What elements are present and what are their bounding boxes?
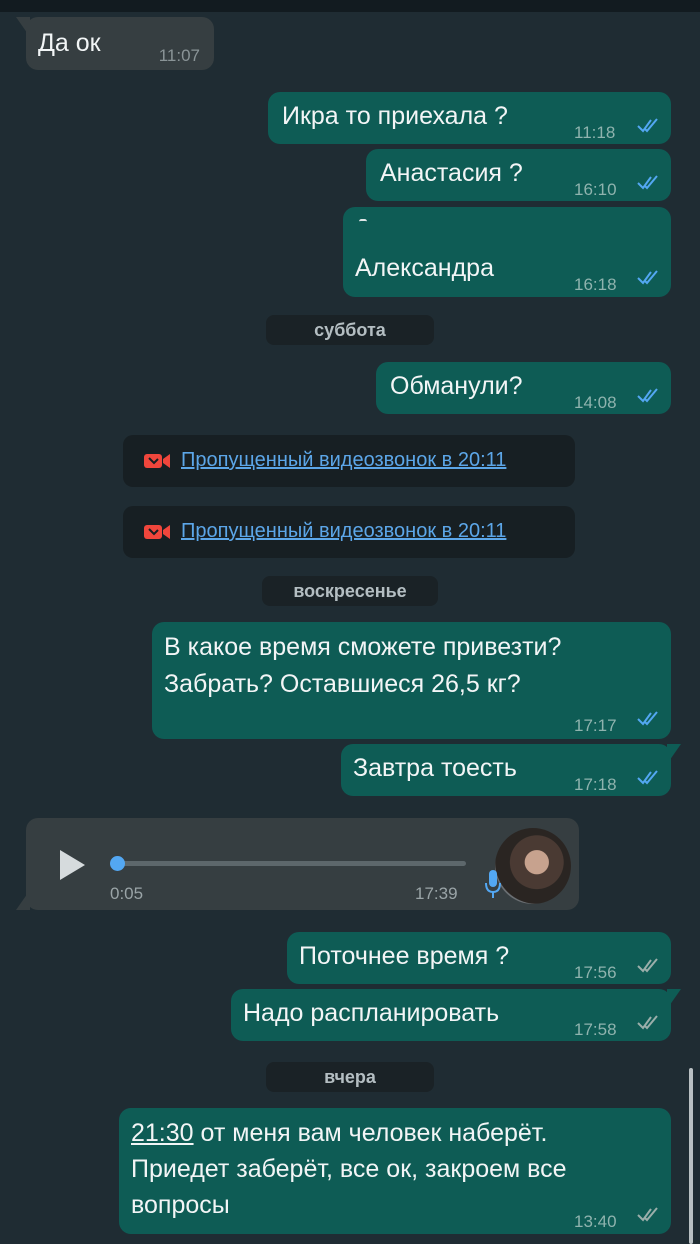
message-time: 13:40 [574,1212,617,1231]
message-outgoing[interactable]: Анастасия ? 16:10 [366,149,671,201]
status-bar [0,0,700,12]
voice-message[interactable]: 0:05 17:39 [16,818,579,910]
message-text: Александра [355,254,494,282]
avatar[interactable] [495,828,571,904]
missed-call-notice[interactable]: Пропущенный видеозвонок в 20:11 [123,435,575,487]
time-link[interactable]: 21:30 [131,1119,194,1147]
message-text-line: вопросы [131,1191,230,1219]
message-outgoing[interactable]: Икра то приехала ? 11:18 [268,92,671,144]
message-time: 17:17 [574,716,617,735]
voice-progress-handle[interactable] [110,856,125,871]
message-text: Надо распланировать [243,999,500,1027]
voice-progress-track[interactable] [116,861,466,866]
microphone-icon [485,870,501,898]
missed-call-notice[interactable]: Пропущенный видеозвонок в 20:11 [123,506,575,558]
read-ticks-icon [637,388,658,403]
message-text: Обманули? [390,372,523,400]
delivered-ticks-icon [637,1207,658,1222]
message-outgoing[interactable]: Поточнее время ? 17:56 [287,932,671,984]
message-text: Да ок [38,29,101,57]
delivered-ticks-icon [637,958,658,973]
edit-mark [359,219,367,224]
delivered-ticks-icon [637,1015,658,1030]
message-outgoing[interactable]: Завтра тоесть 17:18 [341,744,681,796]
missed-video-call-icon [144,525,170,539]
message-time: 17:39 [415,884,458,903]
message-time: 16:10 [574,180,617,199]
message-outgoing[interactable]: 21:30 от меня вам человек наберёт. Приед… [119,1108,671,1234]
message-text-line: Приедет заберёт, все ок, закроем все [131,1155,567,1183]
missed-call-link[interactable]: Пропущенный видеозвонок в 20:11 [181,520,506,543]
read-ticks-icon [637,711,658,726]
message-outgoing[interactable]: В какое время сможете привезти? Забрать?… [152,622,671,739]
message-text: Анастасия ? [380,159,523,187]
day-separator: вчера [266,1062,434,1092]
message-time: 11:18 [574,123,616,142]
missed-call-link[interactable]: Пропущенный видеозвонок в 20:11 [181,449,506,472]
message-time: 16:18 [574,275,617,294]
message-text: Поточнее время ? [299,942,510,970]
read-ticks-icon [637,770,658,785]
missed-video-call-icon [144,454,170,468]
day-separator: суббота [266,315,434,345]
scrollbar[interactable] [689,1068,693,1244]
message-time: 17:58 [574,1020,617,1039]
voice-duration: 0:05 [110,884,144,903]
day-separator: воскресенье [262,576,438,606]
message-outgoing[interactable]: Александра 16:18 [343,207,671,297]
message-outgoing[interactable]: Обманули? 14:08 [376,362,671,414]
message-incoming[interactable]: Да ок 11:07 [16,17,214,70]
message-text: Завтра тоесть [353,754,517,782]
message-text-line: В какое время сможете привезти? [164,633,562,661]
read-ticks-icon [637,175,658,190]
message-text: Икра то приехала ? [282,102,508,130]
message-outgoing[interactable]: Надо распланировать 17:58 [231,989,681,1041]
message-text-line: 21:30 от меня вам человек наберёт. [131,1119,548,1147]
read-ticks-icon [637,270,658,285]
play-button-icon[interactable] [58,849,86,881]
read-ticks-icon [637,118,658,133]
message-text-line: Забрать? Оставшиеся 26,5 кг? [164,670,521,698]
message-time: 17:18 [574,775,617,794]
message-time: 17:56 [574,963,617,982]
message-time: 14:08 [574,393,617,412]
message-time: 11:07 [158,46,200,65]
